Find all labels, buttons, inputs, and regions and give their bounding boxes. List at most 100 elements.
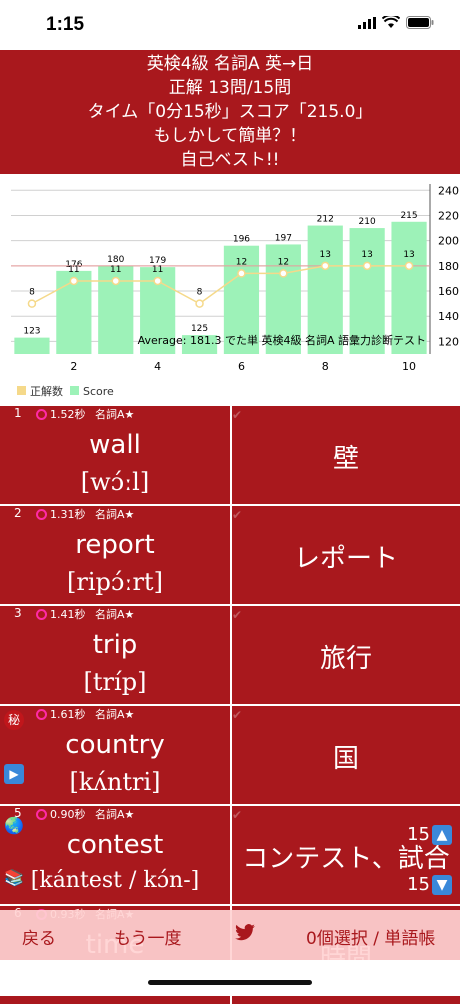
correct-count-point <box>321 261 330 271</box>
counter-up[interactable]: 15 ▲ <box>407 824 452 845</box>
checkbox-icon[interactable]: ✔ <box>232 408 246 422</box>
table-row[interactable]: 2 1.31秒 名詞A★ ✔ report [ripɔ́ːrt] レポート <box>0 506 460 606</box>
row-meta: 1.52秒 名詞A★ <box>36 406 134 422</box>
checkbox-icon[interactable]: ✔ <box>232 608 246 622</box>
correct-circle-icon <box>36 708 47 720</box>
row-tag: 名詞A★ <box>95 708 135 721</box>
correct-count-label: 13 <box>403 250 414 260</box>
status-icons <box>358 16 434 29</box>
bar-value-label: 212 <box>317 215 334 225</box>
row-meta: 1.61秒 名詞A★ <box>36 706 134 722</box>
row-time: 1.31秒 <box>50 508 86 521</box>
checkbox-icon[interactable]: ✔ <box>232 508 246 522</box>
y-tick-label: 160 <box>438 285 459 298</box>
row-tag: 名詞A★ <box>95 808 135 821</box>
english-word: trip <box>92 630 138 660</box>
row-number: 3 <box>14 606 22 620</box>
pronunciation: [kántest / kɔ́n-] <box>30 868 200 893</box>
correct-count-point <box>153 276 162 286</box>
back-button[interactable]: 戻る <box>22 924 56 949</box>
header-correct: 正解 13問/15問 <box>168 78 292 98</box>
pronunciation: [wɔ́ːl] <box>80 468 150 496</box>
correct-circle-icon <box>36 408 47 420</box>
average-annotation: Average: 181.3 でた単 英検4級 名詞A 語彙力診断テスト <box>138 333 426 347</box>
correct-circle-icon <box>36 608 47 620</box>
twitter-icon[interactable] <box>234 924 256 947</box>
checkbox-icon[interactable]: ✔ <box>232 808 246 822</box>
correct-count-point <box>362 261 372 271</box>
home-area <box>0 960 460 996</box>
result-header: 英検4級 名詞A 英→日 正解 13問/15問 タイム「0分15秒」スコア「21… <box>0 50 460 174</box>
table-row[interactable]: 1 1.52秒 名詞A★ ✔ wall [wɔ́ːl] 壁 <box>0 406 460 506</box>
correct-count-label: 11 <box>152 265 163 275</box>
correct-count-label: 11 <box>68 265 79 275</box>
table-row[interactable]: 3 1.41秒 名詞A★ ✔ trip [tríp] 旅行 <box>0 606 460 706</box>
status-bar: 1:15 <box>0 0 460 50</box>
table-row[interactable]: 秘 1.61秒 名詞A★ ✔ ▶ country [kʌ́ntri] 国 <box>0 706 460 806</box>
y-tick-label: 180 <box>438 260 459 273</box>
legend-swatch-score <box>70 386 79 395</box>
english-word: contest <box>66 830 164 860</box>
wordbook-button[interactable]: 0個選択 / 単語帳 <box>306 924 435 949</box>
correct-count-point <box>111 276 120 286</box>
row-time: 1.41秒 <box>50 608 86 621</box>
y-tick-label: 120 <box>438 335 459 348</box>
japanese-meaning: 壁 <box>332 444 359 474</box>
english-word: country <box>65 730 165 760</box>
x-tick-label: 10 <box>402 360 416 373</box>
row-meta: 0.90秒 名詞A★ <box>36 806 134 822</box>
score-chart: 120 140 160 180 200 220 240 123 176 180 179 125 196 1… <box>0 174 460 406</box>
home-indicator[interactable] <box>148 980 312 985</box>
row-time: 1.61秒 <box>50 708 86 721</box>
checkbox-icon[interactable]: ✔ <box>232 708 246 722</box>
x-tick-label: 6 <box>238 360 245 373</box>
correct-count-point <box>195 299 204 308</box>
correct-count-label: 13 <box>320 250 331 260</box>
pronunciation: [kʌ́ntri] <box>69 768 161 796</box>
header-time-score: タイム「0分15秒」スコア「215.0」 <box>87 102 373 122</box>
english-word: report <box>75 530 155 560</box>
correct-count-point <box>27 299 37 308</box>
bar-value-label: 210 <box>359 217 376 227</box>
header-comment: もしかして簡単？！ <box>153 126 307 146</box>
correct-count-label: 12 <box>236 257 247 267</box>
y-tick-label: 220 <box>438 209 459 222</box>
bar-value-label: 197 <box>275 233 292 243</box>
signal-icon <box>358 16 376 29</box>
english-word: wall <box>89 430 141 460</box>
correct-count-point <box>279 269 288 278</box>
score-chart-svg: 120140160180200220240123176180 179125196 1… <box>11 184 459 398</box>
row-time: 1.52秒 <box>50 408 86 421</box>
correct-count-label: 13 <box>361 250 372 260</box>
counter-down[interactable]: 15 ▼ <box>407 874 452 895</box>
legend-label-correct: 正解数 <box>30 384 63 398</box>
row-meta: 1.41秒 名詞A★ <box>36 606 134 622</box>
status-time: 1:15 <box>46 14 85 35</box>
x-tick-label: 8 <box>322 360 329 373</box>
correct-count-point <box>69 276 79 286</box>
row-number: 1 <box>14 406 22 420</box>
retry-button[interactable]: もう一度 <box>114 924 182 949</box>
row-tag: 名詞A★ <box>95 408 135 421</box>
bar-value-label: 196 <box>233 235 250 245</box>
correct-count-label: 8 <box>29 288 35 298</box>
x-tick-label: 2 <box>70 360 77 373</box>
row-tag: 名詞A★ <box>95 608 135 621</box>
arrow-down-icon[interactable]: ▼ <box>432 874 452 895</box>
japanese-meaning: 国 <box>332 744 359 774</box>
correct-count-point <box>237 269 246 278</box>
bottom-toolbar: 戻る もう一度 0個選択 / 単語帳 <box>0 910 460 960</box>
pronunciation: [ripɔ́ːrt] <box>67 568 163 596</box>
row-meta: 1.31秒 名詞A★ <box>36 506 134 522</box>
arrow-up-icon[interactable]: ▲ <box>432 824 452 845</box>
row-number: 2 <box>14 506 22 520</box>
table-row[interactable]: 5 🌏 0.90秒 名詞A★ ✔ 📚 contest [kántest / kɔ… <box>0 806 460 906</box>
counter-up-value: 15 <box>407 824 430 845</box>
correct-circle-icon <box>36 808 47 820</box>
header-title: 英検4級 名詞A 英→日 <box>146 54 314 74</box>
correct-count-label: 11 <box>110 265 121 275</box>
bar-value-label: 215 <box>400 211 417 221</box>
y-tick-label: 140 <box>438 310 459 323</box>
y-tick-label: 240 <box>438 184 459 197</box>
secret-icon[interactable]: 秘 <box>4 710 24 730</box>
